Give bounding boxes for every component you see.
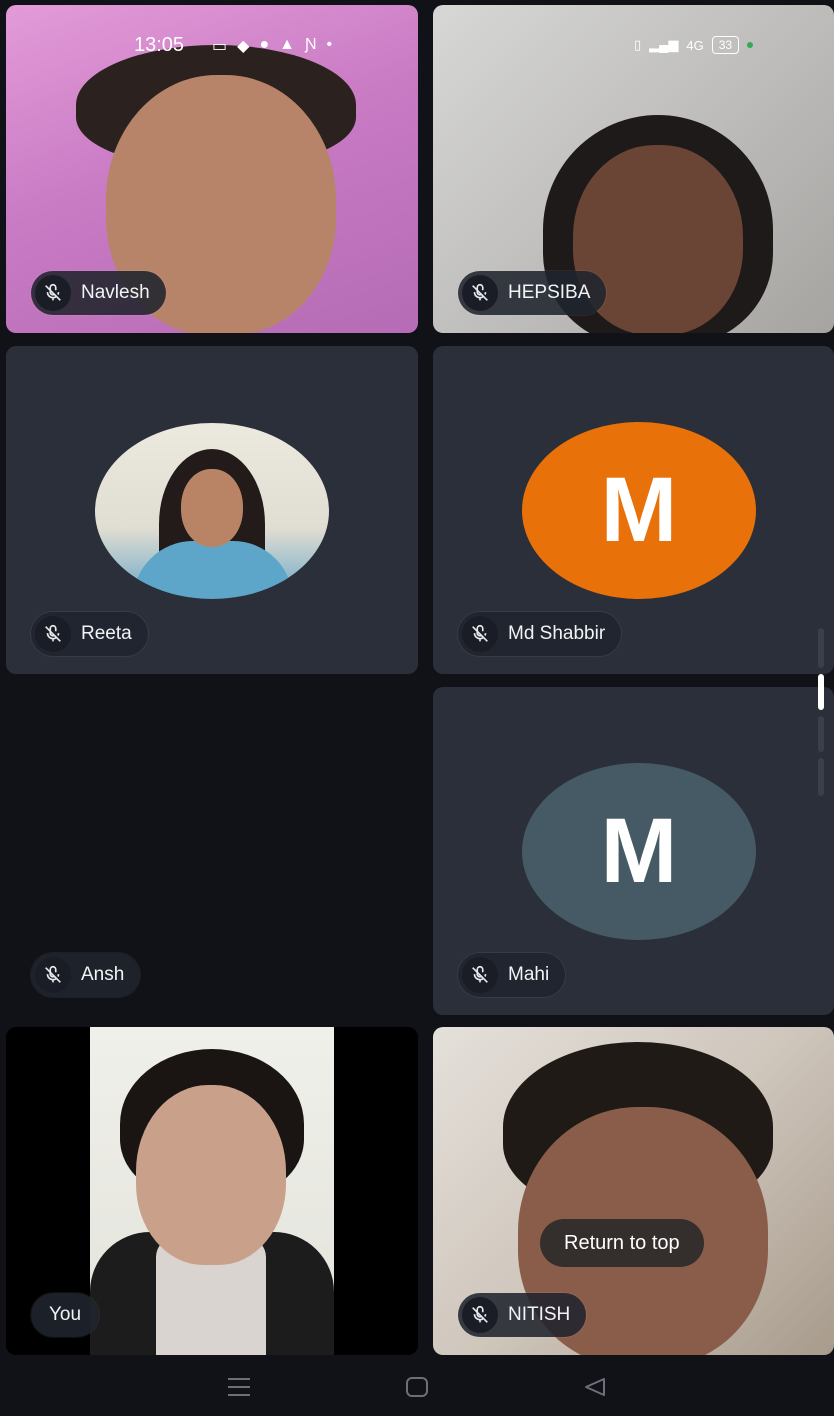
participant-label: Reeta [31, 612, 148, 656]
chat-icon: ● [259, 36, 270, 53]
video-feed-face [136, 1085, 286, 1265]
participant-name: Md Shabbir [508, 623, 606, 644]
participant-name: Mahi [508, 964, 550, 985]
classroom-icon: ▲ [279, 36, 295, 53]
mic-off-icon [462, 1297, 498, 1333]
participant-label: Ansh [31, 953, 141, 997]
avatar [95, 423, 329, 599]
snapchat-icon: ◆ [237, 38, 250, 55]
participant-name: Reeta [81, 623, 132, 644]
participant-tile-you[interactable]: You [6, 1027, 418, 1355]
system-nav-bar [0, 1362, 834, 1416]
status-time: 13:05 [134, 34, 185, 56]
scroll-track [818, 716, 824, 752]
app-icon: Ɲ [304, 36, 317, 53]
mic-off-icon [462, 275, 498, 311]
participant-tile-mahi[interactable]: M Mahi [433, 687, 834, 1015]
video-icon: ▭ [212, 38, 228, 55]
scrollbar-thumb[interactable] [818, 674, 824, 710]
status-bar: 13:05 ▭ ◆ ● ▲ Ɲ • ▯ ▂▄▆ 4G 33 [0, 34, 834, 62]
mic-off-icon [35, 616, 71, 652]
avatar: M [522, 763, 756, 940]
recents-icon[interactable] [226, 1376, 252, 1403]
more-icon: • [326, 36, 333, 53]
signal-icon: ▂▄▆ [649, 37, 679, 52]
mic-off-icon [462, 616, 498, 652]
network-type: 4G [686, 37, 704, 53]
battery-icon: 33 [711, 36, 740, 54]
participant-name: Ansh [81, 964, 125, 985]
mic-off-icon [35, 957, 71, 993]
participant-tile-md-shabbir[interactable]: M Md Shabbir [433, 346, 834, 674]
vibrate-icon: ▯ [634, 37, 642, 52]
scroll-track [818, 628, 824, 668]
scroll-track [818, 758, 824, 796]
back-icon[interactable] [582, 1376, 608, 1403]
participant-name: HEPSIBA [508, 282, 591, 303]
participant-label: HEPSIBA [458, 271, 607, 315]
participant-label: Md Shabbir [458, 612, 622, 656]
participant-tile-ansh[interactable]: Ansh [6, 687, 418, 1015]
avatar: M [522, 422, 756, 599]
participant-name: You [49, 1304, 82, 1325]
participant-label: Navlesh [31, 271, 166, 315]
home-icon[interactable] [404, 1376, 430, 1403]
notification-icons: ▭ ◆ ● ▲ Ɲ • [212, 36, 332, 56]
participant-tile-reeta[interactable]: Reeta [6, 346, 418, 674]
system-icons: ▯ ▂▄▆ 4G 33 [634, 36, 754, 54]
mic-off-icon [35, 275, 71, 311]
participant-name: NITISH [508, 1304, 571, 1325]
participant-name: Navlesh [81, 282, 150, 303]
return-to-top-button[interactable]: Return to top [540, 1219, 704, 1267]
participant-label: You [31, 1293, 100, 1337]
privacy-indicator-icon [747, 42, 754, 48]
participant-label: Mahi [458, 953, 566, 997]
participant-tile-nitish[interactable]: NITISH [433, 1027, 834, 1355]
participant-label: NITISH [458, 1293, 587, 1337]
mic-off-icon [462, 957, 498, 993]
